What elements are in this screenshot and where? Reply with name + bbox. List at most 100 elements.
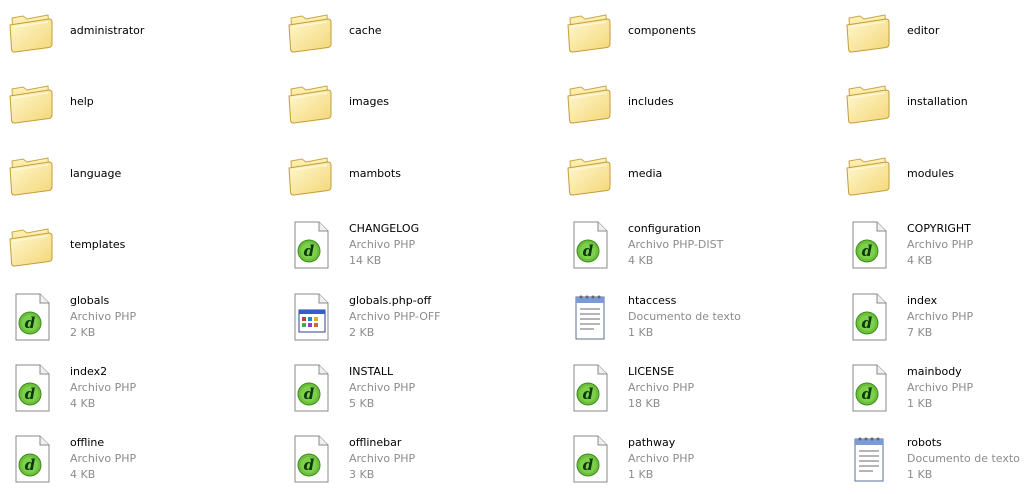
item-name: components bbox=[628, 24, 696, 37]
item-name: index bbox=[907, 294, 938, 307]
item-details: modules bbox=[907, 143, 954, 205]
folder-icon bbox=[8, 149, 56, 199]
dreamweaver-php-file-icon: d bbox=[845, 292, 893, 342]
item-details: language bbox=[70, 143, 121, 205]
file-item[interactable]: d index2 Archivo PHP 4 KB bbox=[0, 357, 250, 419]
svg-text:d: d bbox=[862, 242, 873, 260]
folder-item[interactable]: includes bbox=[558, 71, 808, 133]
item-type: Archivo PHP bbox=[628, 381, 695, 394]
file-item[interactable]: d pathway Archivo PHP 1 KB bbox=[558, 428, 808, 490]
item-type: Archivo PHP bbox=[907, 310, 974, 323]
file-item[interactable]: d offline Archivo PHP 4 KB bbox=[0, 428, 250, 490]
item-details: administrator bbox=[70, 0, 144, 62]
folder-icon bbox=[8, 6, 56, 56]
file-item[interactable]: d globals Archivo PHP 2 KB bbox=[0, 286, 250, 348]
folder-item[interactable]: cache bbox=[279, 0, 529, 62]
item-size: 1 KB bbox=[907, 397, 933, 410]
file-item[interactable]: htaccess Documento de texto 1 KB bbox=[558, 286, 808, 348]
folder-item[interactable]: media bbox=[558, 143, 808, 205]
item-name: templates bbox=[70, 238, 126, 251]
folder-icon bbox=[287, 6, 335, 56]
item-details: mambots bbox=[349, 143, 401, 205]
item-name: media bbox=[628, 167, 663, 180]
file-item[interactable]: d LICENSE Archivo PHP 18 KB bbox=[558, 357, 808, 419]
item-name: includes bbox=[628, 95, 674, 108]
item-details: CHANGELOG Archivo PHP 14 KB bbox=[349, 214, 419, 276]
item-size: 4 KB bbox=[907, 254, 933, 267]
dreamweaver-php-file-icon: d bbox=[566, 434, 614, 484]
folder-item[interactable]: editor bbox=[837, 0, 1033, 62]
item-name: CHANGELOG bbox=[349, 222, 420, 235]
folder-item[interactable]: templates bbox=[0, 214, 250, 276]
item-details: editor bbox=[907, 0, 939, 62]
item-details: globals Archivo PHP 2 KB bbox=[70, 286, 136, 348]
folder-item[interactable]: installation bbox=[837, 71, 1033, 133]
folder-icon bbox=[845, 149, 893, 199]
svg-text:d: d bbox=[25, 456, 36, 474]
dreamweaver-php-file-icon: d bbox=[566, 363, 614, 413]
item-name: offlinebar bbox=[349, 436, 402, 449]
item-size: 2 KB bbox=[349, 326, 375, 339]
folder-icon bbox=[287, 77, 335, 127]
folder-icon bbox=[8, 77, 56, 127]
folder-item[interactable]: language bbox=[0, 143, 250, 205]
dreamweaver-php-file-icon: d bbox=[8, 434, 56, 484]
item-type: Archivo PHP bbox=[907, 381, 974, 394]
folder-item[interactable]: help bbox=[0, 71, 250, 133]
item-name: language bbox=[70, 167, 122, 180]
item-name: help bbox=[70, 95, 94, 108]
item-type: Archivo PHP bbox=[70, 452, 137, 465]
dreamweaver-php-file-icon: d bbox=[566, 220, 614, 270]
item-type: Archivo PHP bbox=[628, 452, 695, 465]
item-details: INSTALL Archivo PHP 5 KB bbox=[349, 357, 415, 419]
file-item[interactable]: d COPYRIGHT Archivo PHP 4 KB bbox=[837, 214, 1033, 276]
item-type: Archivo PHP bbox=[349, 381, 416, 394]
folder-item[interactable]: administrator bbox=[0, 0, 250, 62]
item-type: Documento de texto bbox=[628, 310, 741, 323]
item-name: installation bbox=[907, 95, 968, 108]
folder-item[interactable]: modules bbox=[837, 143, 1033, 205]
dreamweaver-php-file-icon: d bbox=[8, 363, 56, 413]
item-name: mambots bbox=[349, 167, 401, 180]
folder-icon bbox=[8, 220, 56, 270]
folder-item[interactable]: mambots bbox=[279, 143, 529, 205]
item-details: offline Archivo PHP 4 KB bbox=[70, 428, 136, 490]
text-document-icon bbox=[845, 434, 893, 484]
item-size: 4 KB bbox=[70, 397, 96, 410]
file-item[interactable]: d configuration Archivo PHP-DIST 4 KB bbox=[558, 214, 808, 276]
item-details: index Archivo PHP 7 KB bbox=[907, 286, 973, 348]
file-item[interactable]: d index Archivo PHP 7 KB bbox=[837, 286, 1033, 348]
item-details: help bbox=[70, 71, 94, 133]
folder-item[interactable]: components bbox=[558, 0, 808, 62]
item-name: INSTALL bbox=[349, 365, 394, 378]
file-item[interactable]: globals.php-off Archivo PHP-OFF 2 KB bbox=[279, 286, 529, 348]
svg-text:d: d bbox=[304, 242, 315, 260]
item-name: offline bbox=[70, 436, 105, 449]
folder-item[interactable]: images bbox=[279, 71, 529, 133]
svg-text:d: d bbox=[25, 385, 36, 403]
file-icon-view: administrator cache components editor he… bbox=[0, 0, 1033, 494]
item-size: 1 KB bbox=[628, 468, 654, 481]
file-item[interactable]: d mainbody Archivo PHP 1 KB bbox=[837, 357, 1033, 419]
item-name: images bbox=[349, 95, 389, 108]
dreamweaver-php-file-icon: d bbox=[8, 292, 56, 342]
item-size: 7 KB bbox=[907, 326, 933, 339]
item-details: globals.php-off Archivo PHP-OFF 2 KB bbox=[349, 286, 441, 348]
file-item[interactable]: d INSTALL Archivo PHP 5 KB bbox=[279, 357, 529, 419]
item-details: pathway Archivo PHP 1 KB bbox=[628, 428, 694, 490]
item-size: 5 KB bbox=[349, 397, 375, 410]
item-type: Archivo PHP bbox=[70, 381, 137, 394]
file-item[interactable]: d offlinebar Archivo PHP 3 KB bbox=[279, 428, 529, 490]
item-details: templates bbox=[70, 214, 125, 276]
dreamweaver-php-file-icon: d bbox=[287, 434, 335, 484]
file-item[interactable]: robots Documento de texto 1 KB bbox=[837, 428, 1033, 490]
dreamweaver-php-file-icon: d bbox=[845, 220, 893, 270]
item-name: pathway bbox=[628, 436, 676, 449]
folder-icon bbox=[845, 6, 893, 56]
item-name: modules bbox=[907, 167, 954, 180]
file-item[interactable]: d CHANGELOG Archivo PHP 14 KB bbox=[279, 214, 529, 276]
item-details: images bbox=[349, 71, 389, 133]
item-size: 4 KB bbox=[70, 468, 96, 481]
item-size: 4 KB bbox=[628, 254, 654, 267]
item-details: configuration Archivo PHP-DIST 4 KB bbox=[628, 214, 723, 276]
